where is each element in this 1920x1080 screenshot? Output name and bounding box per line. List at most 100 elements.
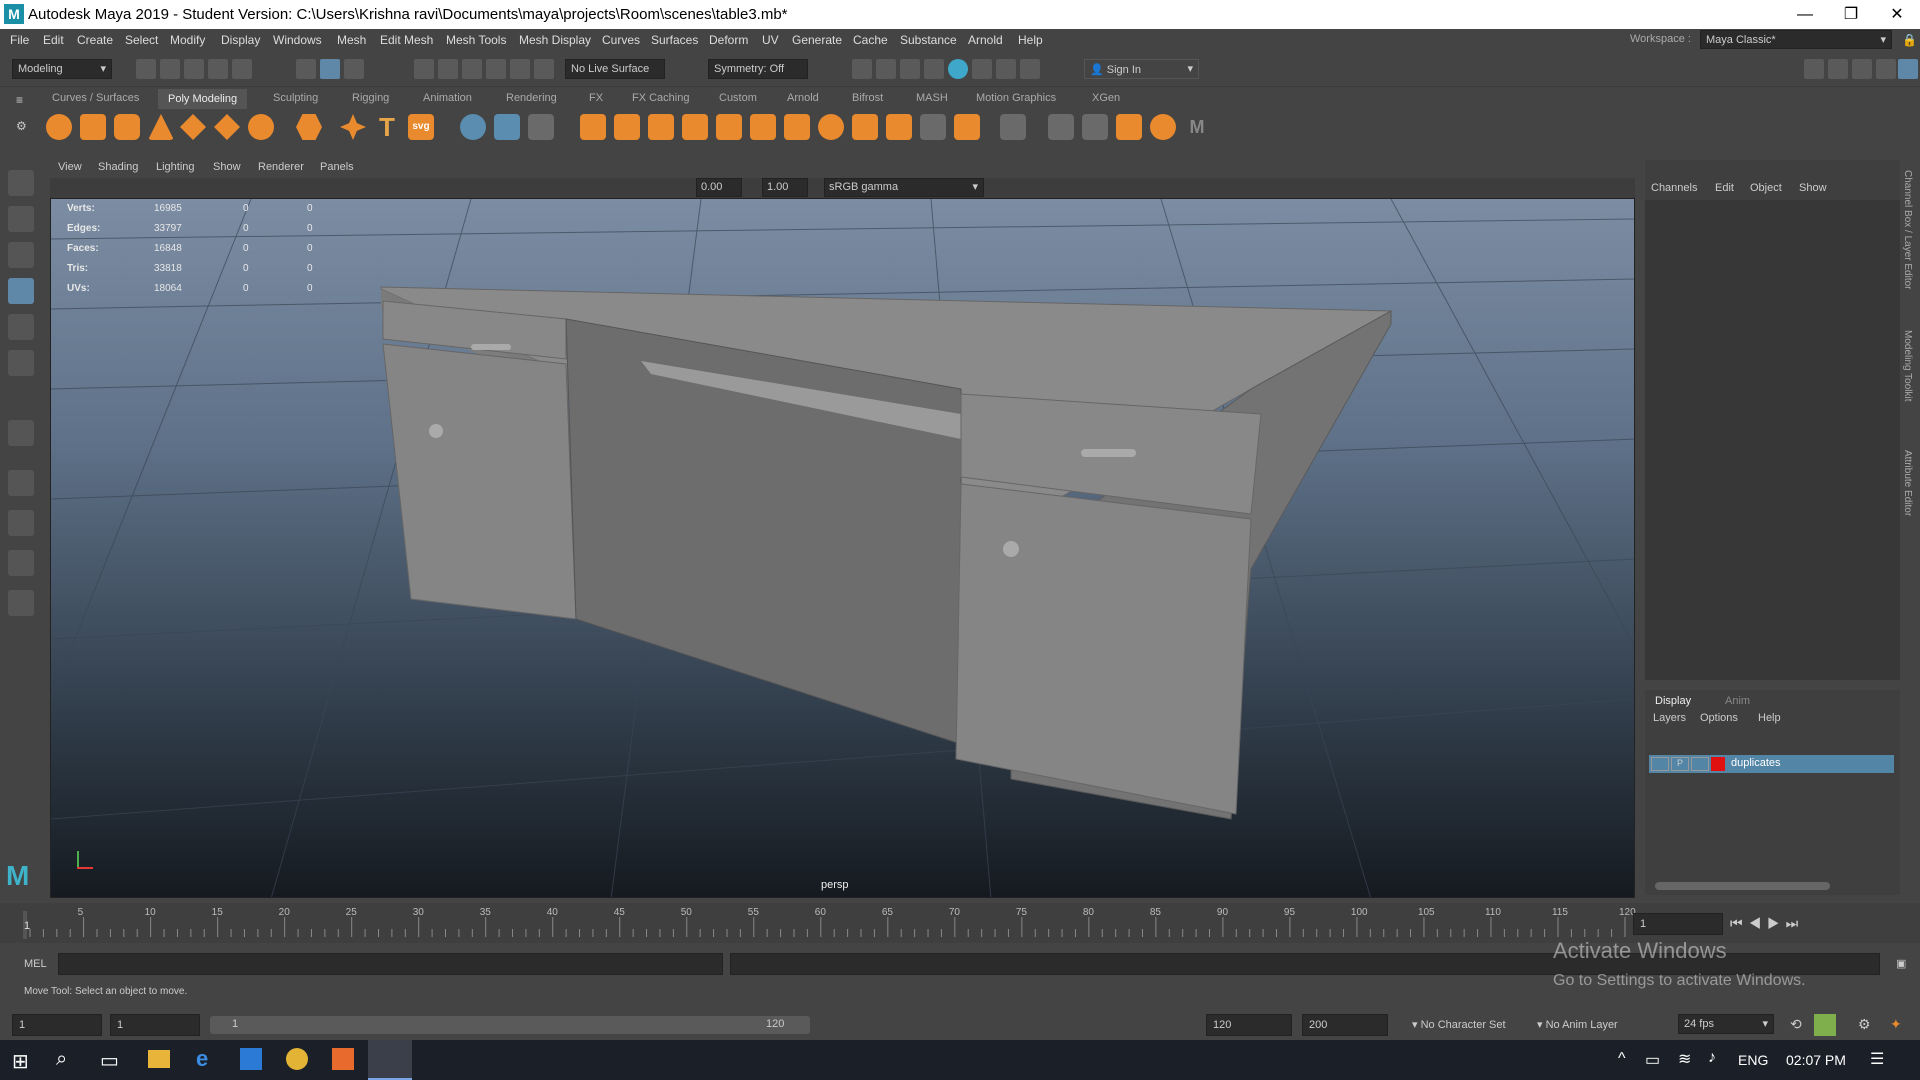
menu-modify[interactable]: Modify (170, 33, 205, 47)
measure-icon[interactable] (460, 114, 486, 140)
tray-expand-icon[interactable]: ^ (1618, 1050, 1626, 1068)
channel-box-tab-show[interactable]: Show (1799, 182, 1827, 194)
side-tab-modeling-toolkit[interactable]: Modeling Toolkit (1902, 330, 1913, 402)
select-object-icon[interactable] (320, 59, 340, 79)
undo-icon[interactable] (208, 59, 228, 79)
exposure-field[interactable]: 0.00 (696, 178, 742, 197)
hypershade-icon[interactable] (948, 59, 968, 79)
tab-rendering[interactable]: Rendering (506, 92, 557, 104)
snap-view-icon[interactable] (486, 59, 506, 79)
layer-display-type-toggle[interactable] (1691, 757, 1709, 771)
close-button[interactable]: ✕ (1874, 0, 1920, 29)
menu-substance[interactable]: Substance (900, 33, 957, 47)
modeling-toolkit-icon[interactable] (1828, 59, 1848, 79)
panel-menu-view[interactable]: View (58, 161, 82, 173)
range-slider-bar[interactable]: 1 120 (210, 1016, 810, 1034)
redo-icon[interactable] (232, 59, 252, 79)
tab-arnold[interactable]: Arnold (787, 92, 819, 104)
tab-fx[interactable]: FX (589, 92, 603, 104)
fps-dropdown[interactable]: 24 fps ▾ (1678, 1014, 1774, 1034)
super-shape-icon[interactable] (340, 114, 366, 140)
new-scene-icon[interactable] (136, 59, 156, 79)
menu-uv[interactable]: UV (762, 33, 779, 47)
append-polygon-icon[interactable] (886, 114, 912, 140)
sign-in-button[interactable]: 👤 Sign In ▾ (1084, 59, 1199, 79)
tab-sculpting[interactable]: Sculpting (273, 92, 318, 104)
blender-icon[interactable] (332, 1048, 354, 1070)
menu-mesh-tools[interactable]: Mesh Tools (446, 33, 506, 47)
render-settings-icon[interactable] (924, 59, 944, 79)
snap-point-icon[interactable] (462, 59, 482, 79)
minimize-button[interactable]: — (1782, 0, 1828, 29)
layer-tab-display[interactable]: Display (1655, 695, 1691, 707)
paint-select-icon[interactable] (8, 242, 34, 268)
multi-cut-icon[interactable] (920, 114, 946, 140)
live-surface-field[interactable]: No Live Surface (565, 59, 665, 79)
fill-hole-icon[interactable] (852, 114, 878, 140)
tab-rigging[interactable]: Rigging (352, 92, 389, 104)
menu-edit[interactable]: Edit (43, 33, 64, 47)
side-tab-attribute-editor[interactable]: Attribute Editor (1902, 450, 1913, 516)
tab-motion-graphics[interactable]: Motion Graphics (976, 92, 1056, 104)
playback-controls[interactable]: ⏮◀▶⏭ (1730, 915, 1804, 932)
rotate-tool-icon[interactable] (8, 314, 34, 340)
menu-windows[interactable]: Windows (273, 33, 322, 47)
menu-icon[interactable]: ≡ (16, 93, 23, 107)
lasso-tool-icon[interactable] (8, 206, 34, 232)
panel-menu-lighting[interactable]: Lighting (156, 161, 195, 173)
scale-tool-icon[interactable] (8, 350, 34, 376)
maya-taskbar-button[interactable] (368, 1040, 412, 1080)
attribute-editor-icon[interactable] (1852, 59, 1872, 79)
time-slider[interactable]: 5 10 15 20 25 30 35 40 45 50 55 60 65 70 75 80 85 90 95 100… (0, 903, 1920, 943)
open-scene-icon[interactable] (160, 59, 180, 79)
menu-cache[interactable]: Cache (853, 33, 888, 47)
layer-visibility-toggle[interactable] (1651, 757, 1669, 771)
volume-icon[interactable]: ♪ (1708, 1049, 1716, 1067)
uv-editor-icon[interactable] (1048, 114, 1074, 140)
select-tool-icon[interactable] (8, 170, 34, 196)
ipr-render-icon[interactable] (900, 59, 920, 79)
range-start-field[interactable]: 1 (12, 1014, 102, 1036)
panel-menu-panels[interactable]: Panels (320, 161, 354, 173)
vscode-icon[interactable] (240, 1048, 262, 1070)
layer-menu-options[interactable]: Options (1700, 712, 1738, 724)
center-pivot-icon[interactable] (494, 114, 520, 140)
poly-torus-icon[interactable] (180, 114, 206, 140)
snap-curve-icon[interactable] (438, 59, 458, 79)
poly-cube-icon[interactable] (80, 114, 106, 140)
menu-edit-mesh[interactable]: Edit Mesh (380, 33, 433, 47)
poly-plane-icon[interactable] (214, 114, 240, 140)
search-icon[interactable]: ⌕ (56, 1048, 67, 1071)
separate-icon[interactable] (614, 114, 640, 140)
arnold-render-icon[interactable] (972, 59, 992, 79)
channel-box-icon[interactable] (1898, 59, 1918, 79)
prefs-icon[interactable]: ⚙ (1858, 1016, 1871, 1033)
language-indicator[interactable]: ENG (1738, 1052, 1768, 1068)
snap-grid-icon[interactable] (414, 59, 434, 79)
svg-tool-icon[interactable]: svg (408, 114, 434, 140)
menu-arnold[interactable]: Arnold (968, 33, 1003, 47)
freeze-transform-icon[interactable] (528, 114, 554, 140)
start-icon[interactable]: ⊞ (12, 1049, 29, 1074)
mode-dropdown[interactable]: Modeling ▾ (12, 59, 112, 79)
menu-file[interactable]: File (10, 33, 29, 47)
pause-icon[interactable] (1020, 59, 1040, 79)
mel-input[interactable] (58, 953, 723, 975)
save-scene-icon[interactable] (184, 59, 204, 79)
anim-layer-dropdown[interactable]: ▾ No Anim Layer (1537, 1018, 1618, 1031)
menu-display[interactable]: Display (221, 33, 260, 47)
auto-key-icon[interactable] (1814, 1014, 1836, 1036)
chrome-icon[interactable] (286, 1048, 308, 1070)
colorspace-dropdown[interactable]: sRGB gamma ▾ (824, 178, 984, 197)
battery-icon[interactable]: ▭ (1645, 1050, 1660, 1070)
tool-settings-icon[interactable] (1876, 59, 1896, 79)
panel-menu-show[interactable]: Show (213, 161, 241, 173)
panel-menu-renderer[interactable]: Renderer (258, 161, 304, 173)
planar-uv-icon[interactable] (1116, 114, 1142, 140)
notifications-icon[interactable]: ☰ (1870, 1049, 1884, 1069)
tab-fx-caching[interactable]: FX Caching (632, 92, 689, 104)
two-view-icon[interactable] (8, 550, 34, 576)
tab-curves-surfaces[interactable]: Curves / Surfaces (52, 92, 139, 104)
restore-button[interactable]: ❐ (1828, 0, 1874, 29)
mel-label[interactable]: MEL (24, 958, 47, 970)
